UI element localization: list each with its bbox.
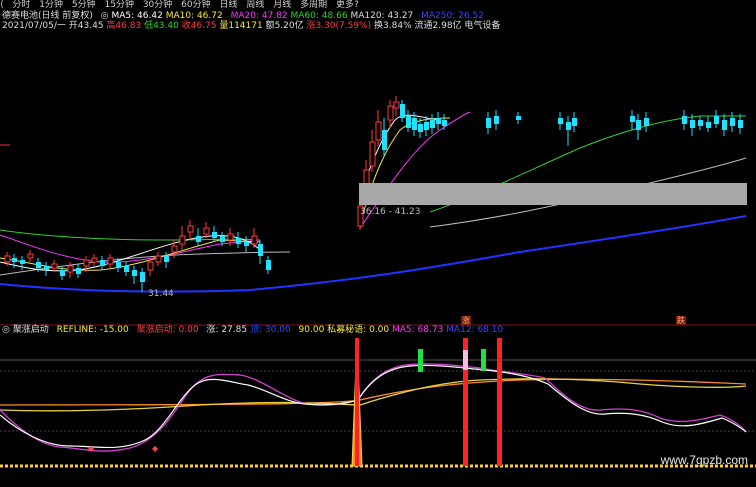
candle-body: [682, 116, 687, 124]
indicator-yellow-line: [0, 378, 747, 412]
candle-body: [147, 261, 154, 271]
candle-body: [644, 118, 649, 126]
candle-body: [20, 260, 25, 264]
top-value: 顶: 30.00: [249, 325, 291, 335]
rise-value: 涨: 27.85: [206, 325, 248, 335]
candle-body: [400, 104, 405, 118]
indicator-settings-icon[interactable]: ◎: [2, 325, 10, 335]
candle-body: [100, 260, 105, 266]
range-label: 36.16 - 41.23: [360, 207, 421, 217]
candle-body: [690, 120, 695, 128]
candle-body: [227, 233, 234, 241]
candle-body: [164, 256, 169, 262]
signal-highlight: [463, 350, 468, 370]
indicator-info-line: ◎ 聚涨启动 REFLINE: -15.00 聚涨启动: 0.00 涨: 27.…: [2, 325, 503, 336]
candle-body: [418, 124, 423, 132]
candle-body: [369, 141, 376, 167]
low-price-label: 31.44: [148, 289, 174, 299]
candle-body: [572, 118, 577, 126]
candle-body: [36, 262, 41, 268]
candle-body: [382, 130, 387, 150]
candle-body: [251, 235, 258, 245]
candle-body: [51, 263, 58, 269]
candle-body: [91, 257, 98, 263]
candle-body: [412, 118, 417, 130]
candle-body: [706, 122, 711, 128]
candle-body: [116, 262, 121, 268]
candle-body: [730, 118, 735, 126]
candle-body: [494, 116, 499, 124]
fall-tag: 跌: [676, 316, 686, 325]
candle-body: [196, 236, 201, 242]
kline-chart[interactable]: ◆ ◆: [0, 0, 756, 487]
ind-ma12-value: MA12: 68.10: [446, 325, 504, 335]
secret-value: 私募秘语: 0.00: [327, 325, 390, 335]
candle-body: [375, 121, 382, 141]
candle-body: [140, 272, 145, 282]
candle-body: [516, 116, 521, 120]
start-value: 聚涨启动: 0.00: [136, 325, 199, 335]
ind-ma5-value: MA5: 68.73: [391, 325, 444, 335]
candle-body: [212, 232, 217, 238]
ma60-line: [0, 115, 746, 241]
candle-body: [44, 266, 49, 270]
candle-body: [67, 265, 74, 273]
candle-body: [60, 270, 65, 276]
candle-body: [244, 242, 249, 246]
candle-body: [179, 235, 186, 245]
indicator-purple-line: [0, 363, 747, 452]
candle-body: [406, 116, 411, 128]
candle-body: [171, 245, 178, 253]
candle-body: [258, 244, 263, 256]
candle-body: [424, 122, 429, 130]
candle-body: [220, 236, 225, 242]
candle-body: [566, 122, 571, 130]
candle-body: [132, 270, 137, 276]
candle-body: [387, 105, 394, 121]
candle-body: [722, 120, 727, 130]
candle-body: [738, 120, 743, 128]
candle-body: [76, 268, 81, 274]
signal-green-bar-2: [481, 349, 486, 371]
indicator-marker-icon-2: ◆: [152, 444, 159, 453]
indicator-marker-icon: ◆: [88, 444, 95, 453]
candle-body: [203, 227, 210, 235]
candle-body: [83, 259, 90, 267]
candle-body: [266, 260, 271, 270]
candle-body: [486, 118, 491, 128]
rise-signal-bar: [355, 338, 359, 466]
candle-body: [442, 120, 447, 126]
rise-signal-bar-3: [497, 338, 502, 466]
candle-body: [124, 266, 129, 272]
candle-body: [12, 258, 17, 262]
candle-body: [436, 118, 441, 124]
candle-body: [27, 253, 34, 259]
candle-body: [558, 118, 563, 124]
candle-body: [107, 257, 114, 265]
candle-body: [698, 120, 703, 126]
price-range-box: [359, 183, 747, 205]
candle-body: [236, 238, 241, 244]
signal-green-bar: [418, 349, 423, 372]
candle-body: [393, 101, 400, 109]
ma250-line: [0, 215, 747, 293]
watermark-text: www.7gpzb.com: [660, 453, 748, 467]
candle-body: [714, 116, 719, 124]
indicator-white-line: [0, 364, 747, 449]
indicator-name[interactable]: 聚涨启动: [13, 325, 49, 335]
rise-tag: 涨: [461, 316, 471, 325]
candle-body: [187, 225, 194, 233]
candle-body: [4, 255, 11, 263]
candle-body: [430, 120, 435, 128]
candle-body: [155, 255, 162, 263]
candle-body: [630, 116, 635, 122]
ninety-value: 90.00: [298, 325, 325, 335]
candle-body: [636, 120, 641, 130]
refline-value: REFLINE: -15.00: [56, 325, 129, 335]
